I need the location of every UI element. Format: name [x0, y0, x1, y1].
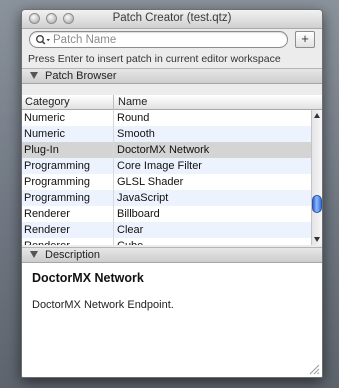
table-row[interactable]: Plug-In DoctorMX Network — [22, 142, 311, 158]
cell-name: DoctorMX Network — [117, 144, 210, 156]
column-divider[interactable] — [113, 95, 114, 110]
column-grid-line — [113, 110, 114, 245]
table-row[interactable]: Renderer Clear — [22, 222, 311, 238]
cell-name: GLSL Shader — [117, 176, 184, 188]
vertical-scrollbar[interactable] — [311, 110, 322, 245]
insert-hint-text: Press Enter to insert patch in current e… — [28, 53, 281, 65]
description-title: DoctorMX Network — [32, 271, 144, 285]
cell-name: Smooth — [117, 128, 155, 140]
cell-category: Numeric — [24, 128, 65, 140]
disclosure-triangle-icon[interactable] — [30, 72, 38, 79]
add-patch-button[interactable]: + — [295, 31, 315, 48]
scroll-up-arrow-icon[interactable] — [314, 113, 320, 118]
patch-browser-header[interactable]: Patch Browser — [22, 68, 322, 84]
title-bar[interactable]: Patch Creator (test.qtz) — [22, 10, 322, 29]
table-row[interactable]: Numeric Smooth — [22, 126, 311, 142]
patch-table: Category Name Numeric Round Numeric Smooth P… — [22, 95, 322, 245]
patch-creator-window: Patch Creator (test.qtz) + Press Enter t… — [21, 9, 323, 378]
column-header-category[interactable]: Category — [25, 95, 70, 110]
cell-name: Billboard — [117, 208, 160, 220]
cell-category: Renderer — [24, 224, 70, 236]
cell-category: Programming — [24, 192, 91, 204]
description-panel: DoctorMX Network DoctorMX Network Endpoi… — [22, 263, 322, 377]
cell-name: JavaScript — [117, 192, 169, 204]
description-header[interactable]: Description — [22, 247, 322, 263]
cell-category: Numeric — [24, 112, 65, 124]
table-rows: Numeric Round Numeric Smooth Plug-In DoctorMX… — [22, 110, 311, 245]
scroll-thumb[interactable] — [312, 195, 322, 213]
description-label: Description — [45, 249, 101, 261]
table-row[interactable]: Renderer Cube — [22, 238, 311, 245]
search-icon[interactable] — [35, 34, 51, 46]
table-row[interactable]: Programming GLSL Shader — [22, 174, 311, 190]
table-row[interactable]: Programming Core Image Filter — [22, 158, 311, 174]
scroll-down-arrow-icon[interactable] — [314, 237, 320, 242]
table-row[interactable]: Numeric Round — [22, 110, 311, 126]
cell-name: Core Image Filter — [117, 160, 202, 172]
table-header: Category Name — [22, 95, 322, 110]
cell-name: Round — [117, 112, 150, 124]
search-input[interactable] — [53, 33, 278, 46]
cell-name: Cube — [117, 238, 143, 245]
cell-name: Clear — [117, 224, 144, 236]
disclosure-triangle-icon[interactable] — [30, 251, 38, 258]
resize-grip-icon[interactable] — [309, 364, 320, 375]
cell-category: Programming — [24, 176, 91, 188]
cell-category: Renderer — [24, 238, 70, 245]
table-row[interactable]: Renderer Billboard — [22, 206, 311, 222]
column-header-name[interactable]: Name — [118, 95, 147, 110]
table-row[interactable]: Programming JavaScript — [22, 190, 311, 206]
window-title: Patch Creator (test.qtz) — [112, 12, 232, 24]
description-text: DoctorMX Network Endpoint. — [32, 299, 174, 311]
cell-category: Renderer — [24, 208, 70, 220]
patch-browser-label: Patch Browser — [45, 70, 117, 82]
cell-category: Programming — [24, 160, 91, 172]
search-field[interactable] — [29, 31, 288, 48]
cell-category: Plug-In — [24, 144, 59, 156]
